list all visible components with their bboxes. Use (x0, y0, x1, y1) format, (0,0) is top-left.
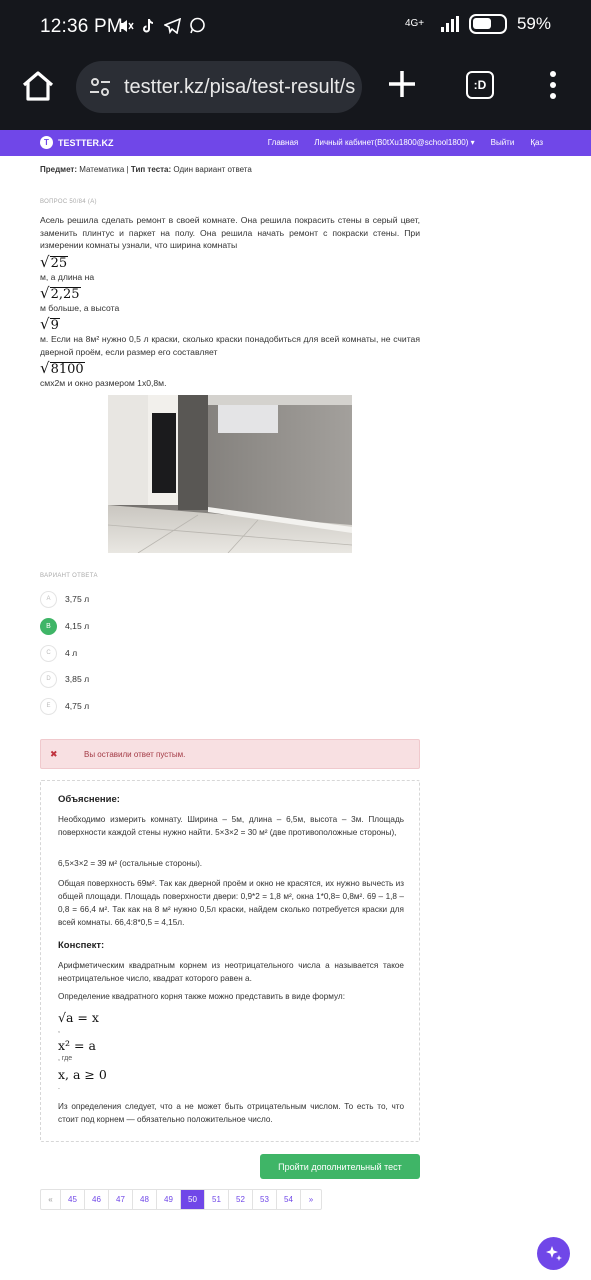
summary-title: Конспект: (58, 940, 105, 951)
page-link[interactable]: 51 (205, 1190, 229, 1209)
question-pagination: « 45 46 47 48 49 50 51 52 53 54 » (40, 1189, 322, 1210)
notification-icons (118, 17, 206, 34)
option-letter: D (40, 670, 57, 688)
summary-paragraph-2: Определение квадратного корня также можн… (58, 992, 345, 1001)
answer-option-e[interactable]: E 4,75 л (40, 696, 240, 716)
subject-value: Математика (79, 165, 125, 174)
option-text: 3,75 л (65, 594, 90, 604)
formula-condition: x, a ≥ 0 (58, 1067, 107, 1082)
option-letter: A (40, 590, 57, 608)
logo-icon: T (40, 136, 53, 149)
explanation-title: Объяснение: (58, 794, 120, 805)
subject-label: Предмет: (40, 165, 78, 174)
url-text: testter.kz/pisa/test-result/s (124, 75, 356, 98)
page-link[interactable]: 48 (133, 1190, 157, 1209)
page-link[interactable]: 54 (277, 1190, 301, 1209)
logo-text: TESTTER.KZ (58, 137, 114, 148)
answer-option-a[interactable]: A 3,75 л (40, 589, 240, 609)
option-letter: C (40, 644, 57, 662)
status-time: 12:36 PM (40, 16, 123, 37)
page-link[interactable]: 46 (85, 1190, 109, 1209)
page-link[interactable]: 49 (157, 1190, 181, 1209)
nav-home-link[interactable]: Главная (268, 138, 298, 147)
formula-where: , где (58, 1055, 73, 1062)
sqrt-width: √ 25 (40, 253, 69, 271)
question-text-4: м. Если на 8м² нужно 0,5 л краски, сколь… (40, 334, 420, 357)
sqrt-length: √ 2,25 (40, 284, 81, 302)
summary-paragraph-1: Арифметическим квадратным корнем из неот… (58, 961, 404, 983)
nav-logout-link[interactable]: Выйти (491, 138, 515, 147)
top-nav: Главная Личный кабинет(B0tXu1800@school1… (268, 138, 543, 147)
question-text-3: м больше, а высота (40, 303, 120, 313)
signal-icon (440, 16, 459, 32)
explanation-paragraph-2: 6,5×3×2 = 39 м² (остальные стороны). (58, 859, 203, 868)
explanation-paragraph-3: Общая поверхность 69м². Так как дверной … (58, 879, 404, 927)
answer-option-d[interactable]: D 3,85 л (40, 669, 240, 689)
system-icons: 4G+ 59% (405, 14, 551, 34)
nav-cabinet-link[interactable]: Личный кабинет(B0tXu1800@school1800) ▾ (314, 138, 474, 147)
battery-icon (468, 14, 507, 34)
site-logo[interactable]: T TESTTER.KZ (40, 136, 114, 149)
option-text: 4,75 л (65, 701, 90, 711)
telegram-icon (164, 17, 181, 34)
type-label: Тип теста: (130, 165, 172, 174)
site-settings-icon[interactable] (88, 75, 112, 99)
formula-square: x² = a (58, 1038, 96, 1053)
page-link[interactable]: 47 (109, 1190, 133, 1209)
explanation-paragraph-1: Необходимо измерить комнату. Ширина – 5м… (58, 815, 404, 837)
test-meta: Предмет: Математика | Тип теста: Один ва… (40, 165, 252, 174)
sparkle-icon (545, 1245, 562, 1261)
tiktok-icon (143, 18, 154, 32)
address-bar[interactable]: testter.kz/pisa/test-result/s (76, 61, 362, 113)
battery-percent: 59% (516, 14, 551, 33)
home-icon[interactable] (20, 68, 56, 104)
sound-mute-icon (120, 19, 134, 32)
sqrt-height: √ 9 (40, 315, 60, 333)
site-header: T TESTTER.KZ Главная Личный кабинет(B0tX… (0, 130, 591, 156)
summary-paragraph-3: Из определения следует, что a не может б… (58, 1102, 404, 1124)
status-bar: 12:36 PM 4G+ 59% (0, 0, 591, 56)
question-text-5: смх2м и окно размером 1х0,8м. (40, 378, 167, 388)
option-text: 4 л (65, 648, 78, 658)
question-intro: Асель решила сделать ремонт в своей комн… (40, 215, 420, 250)
ai-assistant-button[interactable] (537, 1237, 570, 1270)
new-tab-icon[interactable] (386, 68, 418, 100)
page-link-active[interactable]: 50 (181, 1190, 205, 1209)
formula-end: . (58, 1084, 60, 1091)
option-letter: E (40, 697, 57, 715)
error-icon: ✖ (50, 748, 58, 759)
alert-message: Вы оставили ответ пустым. (84, 749, 186, 759)
sqrt-door: √ 8100 (40, 359, 85, 377)
option-letter-correct: B (40, 617, 57, 635)
network-type: 4G+ (404, 18, 425, 29)
page-link[interactable]: 53 (253, 1190, 277, 1209)
question-text-2: м, а длина на (40, 272, 95, 282)
option-text: 3,85 л (65, 674, 90, 684)
answer-option-b[interactable]: B 4,15 л (40, 616, 240, 636)
answer-option-c[interactable]: C 4 л (40, 643, 240, 663)
tab-switcher-button[interactable]: :D (466, 71, 494, 99)
room-photo (108, 395, 352, 553)
page-link[interactable]: 45 (61, 1190, 85, 1209)
pagination-next[interactable]: » (301, 1190, 321, 1209)
pagination-prev[interactable]: « (41, 1190, 61, 1209)
more-options-icon[interactable] (548, 70, 558, 100)
whatsapp-icon (190, 17, 205, 34)
page-link[interactable]: 52 (229, 1190, 253, 1209)
question-number: ВОПРОС 50/84 (A) (40, 199, 97, 205)
additional-test-button[interactable]: Пройти дополнительный тест (260, 1154, 420, 1179)
answers-label: ВАРИАНТ ОТВЕТА (40, 573, 98, 579)
browser-toolbar: testter.kz/pisa/test-result/s :D (0, 56, 591, 130)
type-value: Один вариант ответа (173, 165, 252, 174)
nav-language-link[interactable]: Қаз (530, 138, 543, 147)
explanation-panel: Объяснение: Необходимо измерить комнату.… (40, 780, 420, 1142)
formula-sqrt: √a = x (58, 1010, 99, 1025)
formula-separator: , (58, 1027, 60, 1034)
empty-answer-alert: ✖ Вы оставили ответ пустым. (40, 739, 420, 769)
option-text: 4,15 л (65, 621, 90, 631)
